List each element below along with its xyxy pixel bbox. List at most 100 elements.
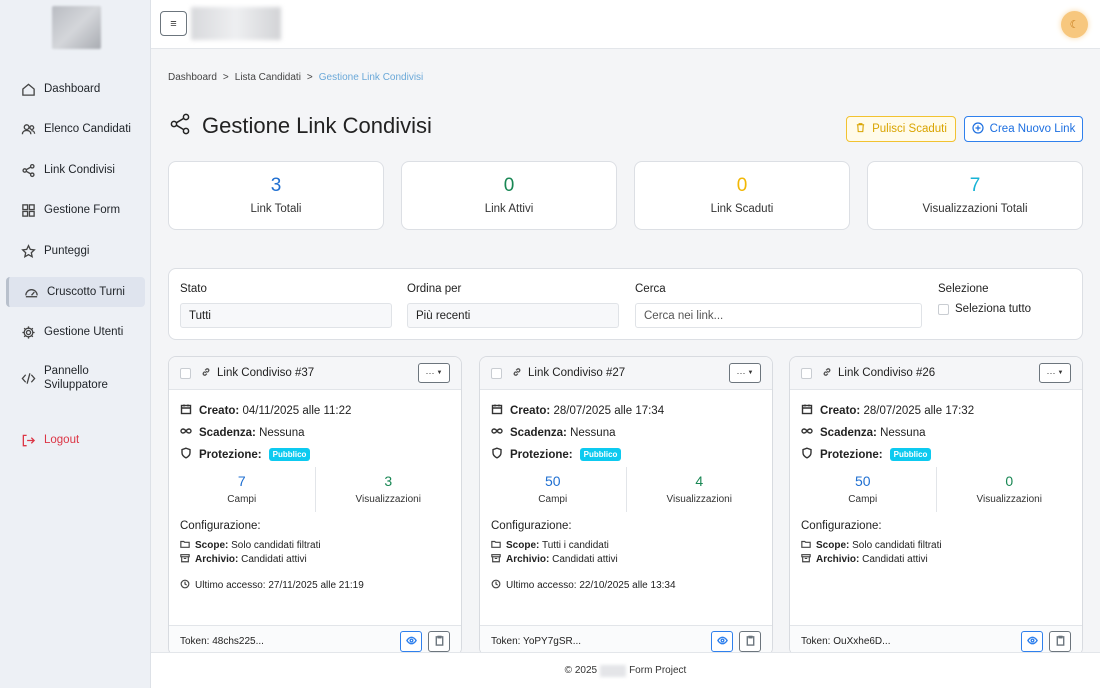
search-input[interactable]: Cerca nei link... bbox=[635, 303, 922, 328]
code-icon bbox=[20, 370, 36, 386]
card-metrics: 50 Campi 0 Visualizzazioni bbox=[790, 467, 1082, 512]
clipboard-icon bbox=[434, 635, 445, 649]
breadcrumb-separator: > bbox=[222, 72, 229, 83]
fields-label: Campi bbox=[227, 494, 257, 505]
card-checkbox[interactable] bbox=[180, 367, 191, 379]
archive-value: Candidati attivi bbox=[862, 554, 928, 565]
created-row: Creato: 04/11/2025 alle 11:22 bbox=[180, 403, 351, 418]
card-actions-dropdown[interactable]: ··· ▼ bbox=[1039, 363, 1071, 383]
scope-row: Scope: Solo candidati filtrati bbox=[801, 539, 942, 552]
sidebar: Dashboard Elenco Candidati Link Condivis… bbox=[0, 0, 151, 688]
card-actions-dropdown[interactable]: ··· ▼ bbox=[729, 363, 761, 383]
archive-value: Candidati attivi bbox=[552, 554, 618, 565]
expiry-value: Nessuna bbox=[570, 426, 616, 439]
create-link-button[interactable]: Crea Nuovo Link bbox=[964, 116, 1083, 142]
sidebar-item-pannello-sviluppatore[interactable]: Pannello Sviluppatore bbox=[6, 361, 145, 395]
scope-label: Scope: bbox=[195, 540, 229, 551]
copy-button[interactable] bbox=[428, 631, 450, 652]
footer: © 2025 Form Project bbox=[151, 652, 1100, 688]
fields-metric: 50 Campi bbox=[790, 467, 936, 512]
plus-circle-icon bbox=[972, 121, 984, 137]
main-content: Dashboard > Lista Candidati > Gestione L… bbox=[151, 49, 1100, 656]
sidebar-item-gestione-utenti[interactable]: Gestione Utenti bbox=[6, 317, 145, 347]
clipboard-icon bbox=[1055, 635, 1066, 649]
eye-icon bbox=[1026, 635, 1038, 649]
created-label: Creato: bbox=[820, 404, 861, 417]
stat-card-total: 3 Link Totali bbox=[168, 161, 384, 230]
expiry-label: Scadenza: bbox=[510, 426, 567, 439]
breadcrumb: Dashboard > Lista Candidati > Gestione L… bbox=[168, 72, 423, 83]
stato-select[interactable]: Tutti bbox=[180, 303, 392, 328]
logout-label: Logout bbox=[44, 434, 80, 446]
fields-metric: 7 Campi bbox=[169, 467, 315, 512]
grid-icon bbox=[20, 202, 36, 218]
last-access-value: Ultimo accesso: 22/10/2025 alle 13:34 bbox=[506, 580, 676, 591]
sidebar-item-cruscotto-turni[interactable]: Cruscotto Turni bbox=[6, 277, 145, 307]
fields-metric: 50 Campi bbox=[480, 467, 626, 512]
moon-icon: ☾ bbox=[1069, 19, 1080, 31]
expiry-label: Scadenza: bbox=[820, 426, 877, 439]
create-link-label: Crea Nuovo Link bbox=[989, 123, 1076, 135]
eye-icon bbox=[716, 635, 728, 649]
card-checkbox[interactable] bbox=[491, 367, 502, 379]
card-header: Link Condiviso #27 ··· ▼ bbox=[480, 357, 772, 390]
stat-value: 7 bbox=[969, 175, 981, 196]
eye-icon bbox=[405, 635, 417, 649]
star-icon bbox=[20, 243, 36, 259]
scope-row: Scope: Solo candidati filtrati bbox=[180, 539, 321, 552]
ordina-select[interactable]: Più recenti bbox=[407, 303, 619, 328]
archive-row: Archivio: Candidati attivi bbox=[801, 553, 928, 566]
share-icon bbox=[168, 112, 192, 139]
protection-badge: Pubblico bbox=[889, 448, 932, 461]
clean-expired-button[interactable]: Pulisci Scaduti bbox=[846, 116, 956, 142]
selezione-label: Selezione bbox=[938, 283, 989, 295]
calendar-icon bbox=[491, 403, 503, 418]
theme-toggle-button[interactable]: ☾ bbox=[1061, 11, 1088, 38]
token-text: Token: YoPY7gSR... bbox=[491, 636, 582, 647]
fields-value: 50 bbox=[854, 473, 871, 489]
card-actions-dropdown[interactable]: ··· ▼ bbox=[418, 363, 450, 383]
breadcrumb-dashboard[interactable]: Dashboard bbox=[168, 72, 217, 83]
last-access-row: Ultimo accesso: 22/10/2025 alle 13:34 bbox=[491, 579, 676, 592]
copy-button[interactable] bbox=[1049, 631, 1071, 652]
card-title-text: Link Condiviso #27 bbox=[528, 367, 626, 379]
view-button[interactable] bbox=[400, 631, 422, 652]
stat-value: 0 bbox=[736, 175, 748, 196]
clean-expired-label: Pulisci Scaduti bbox=[872, 123, 947, 135]
created-value: 04/11/2025 alle 11:22 bbox=[242, 404, 352, 417]
menu-toggle-button[interactable]: ≡ bbox=[160, 11, 187, 36]
last-access-row: Ultimo accesso: 27/11/2025 alle 21:19 bbox=[180, 579, 364, 592]
config-title: Configurazione: bbox=[801, 520, 882, 532]
link-icon bbox=[822, 367, 832, 380]
view-button[interactable] bbox=[711, 631, 733, 652]
fields-value: 50 bbox=[544, 473, 561, 489]
sidebar-item-gestione-form[interactable]: Gestione Form bbox=[6, 195, 145, 225]
sidebar-item-punteggi[interactable]: Punteggi bbox=[6, 236, 145, 266]
fields-label: Campi bbox=[538, 494, 568, 505]
copy-button[interactable] bbox=[739, 631, 761, 652]
select-all-checkbox[interactable] bbox=[938, 303, 949, 315]
created-value: 28/07/2025 alle 17:32 bbox=[863, 404, 975, 417]
cerca-label: Cerca bbox=[635, 283, 666, 295]
topbar: ≡ ☾ bbox=[151, 0, 1100, 49]
sidebar-item-label: Gestione Utenti bbox=[44, 326, 124, 338]
card-checkbox[interactable] bbox=[801, 367, 812, 379]
logout-button[interactable]: Logout bbox=[6, 425, 145, 455]
shield-icon bbox=[801, 447, 813, 462]
breadcrumb-separator: > bbox=[306, 72, 313, 83]
breadcrumb-lista-candidati[interactable]: Lista Candidati bbox=[235, 72, 301, 83]
view-button[interactable] bbox=[1021, 631, 1043, 652]
scope-label: Scope: bbox=[506, 540, 540, 551]
select-all[interactable]: Seleziona tutto bbox=[938, 303, 1031, 315]
protection-label: Protezione: bbox=[820, 448, 883, 461]
stat-card-active: 0 Link Attivi bbox=[401, 161, 617, 230]
views-value: 4 bbox=[695, 473, 704, 489]
more-icon: ··· bbox=[1046, 368, 1056, 378]
sidebar-item-dashboard[interactable]: Dashboard bbox=[6, 74, 145, 104]
sidebar-item-link-condivisi[interactable]: Link Condivisi bbox=[6, 155, 145, 185]
card-metrics: 50 Campi 4 Visualizzazioni bbox=[480, 467, 772, 512]
sidebar-item-elenco-candidati[interactable]: Elenco Candidati bbox=[6, 114, 145, 144]
archive-icon bbox=[801, 553, 811, 566]
stat-label: Link Scaduti bbox=[710, 203, 774, 215]
breadcrumb-current: Gestione Link Condivisi bbox=[318, 72, 424, 83]
